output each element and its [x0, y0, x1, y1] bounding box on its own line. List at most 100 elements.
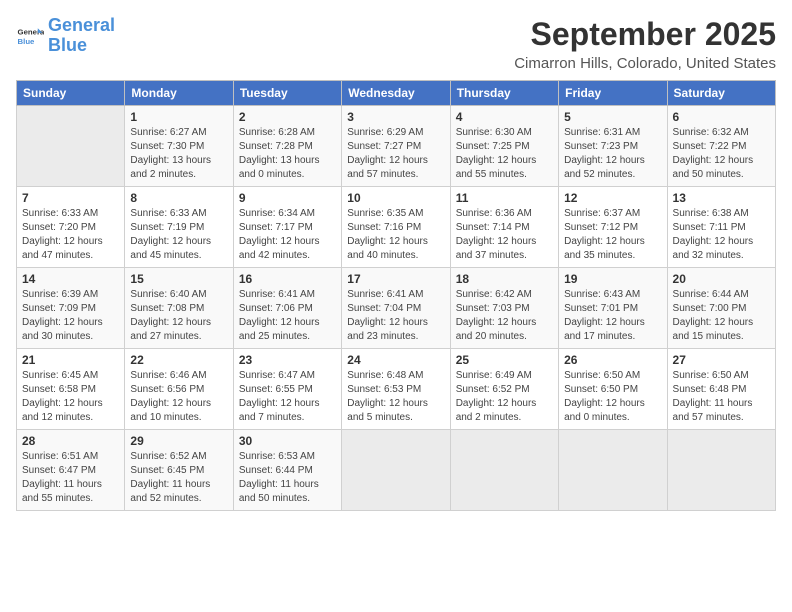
day-header-tuesday: Tuesday: [233, 81, 341, 106]
day-info: Sunrise: 6:31 AMSunset: 7:23 PMDaylight:…: [564, 126, 661, 182]
logo-line1: General: [48, 15, 115, 35]
day-info: Sunrise: 6:32 AMSunset: 7:22 PMDaylight:…: [673, 126, 770, 182]
calendar-cell: 21Sunrise: 6:45 AMSunset: 6:58 PMDayligh…: [17, 349, 125, 430]
calendar-cell: 23 Sunrise: 6:47 AMSunset: 6:55 PMDayligh…: [233, 349, 341, 430]
day-info: Sunrise: 6:42 AMSunset: 7:03 PMDaylight:…: [456, 288, 553, 344]
day-info: Sunrise: 6:34 AMSunset: 7:17 PMDaylight:…: [239, 207, 336, 263]
calendar-cell: 6 Sunrise: 6:32 AMSunset: 7:22 PMDaylight…: [667, 106, 775, 187]
calendar-cell: 30 Sunrise: 6:53 AMSunset: 6:44 PMDayligh…: [233, 430, 341, 511]
day-info: Sunrise: 6:50 AMSunset: 6:48 PMDaylight:…: [673, 369, 770, 425]
day-info: Sunrise: 6:40 AMSunset: 7:08 PMDaylight:…: [130, 288, 227, 344]
day-info: Sunrise: 6:53 AMSunset: 6:44 PMDaylight:…: [239, 450, 336, 506]
calendar-cell: 25 Sunrise: 6:49 AMSunset: 6:52 PMDayligh…: [450, 349, 558, 430]
day-number: 14: [22, 272, 119, 286]
day-info: Sunrise: 6:51 AMSunset: 6:47 PMDaylight:…: [22, 450, 119, 506]
calendar-cell: 17 Sunrise: 6:41 AMSunset: 7:04 PMDayligh…: [342, 268, 450, 349]
day-number: 3: [347, 110, 444, 124]
day-info: Sunrise: 6:46 AMSunset: 6:56 PMDaylight:…: [130, 369, 227, 425]
day-number: 4: [456, 110, 553, 124]
calendar-week-4: 21Sunrise: 6:45 AMSunset: 6:58 PMDayligh…: [17, 349, 776, 430]
day-number: 2: [239, 110, 336, 124]
day-number: 30: [239, 434, 336, 448]
day-info: Sunrise: 6:43 AMSunset: 7:01 PMDaylight:…: [564, 288, 661, 344]
day-info: Sunrise: 6:41 AMSunset: 7:04 PMDaylight:…: [347, 288, 444, 344]
day-info: Sunrise: 6:38 AMSunset: 7:11 PMDaylight:…: [673, 207, 770, 263]
day-number: 12: [564, 191, 661, 205]
calendar-cell: 20 Sunrise: 6:44 AMSunset: 7:00 PMDayligh…: [667, 268, 775, 349]
day-number: 11: [456, 191, 553, 205]
calendar-cell: 29 Sunrise: 6:52 AMSunset: 6:45 PMDayligh…: [125, 430, 233, 511]
day-info: Sunrise: 6:36 AMSunset: 7:14 PMDaylight:…: [456, 207, 553, 263]
day-number: 27: [673, 353, 770, 367]
calendar-week-5: 28 Sunrise: 6:51 AMSunset: 6:47 PMDayligh…: [17, 430, 776, 511]
svg-text:Blue: Blue: [18, 37, 36, 46]
calendar-cell: 8Sunrise: 6:33 AMSunset: 7:19 PMDaylight…: [125, 187, 233, 268]
calendar-cell: 11 Sunrise: 6:36 AMSunset: 7:14 PMDayligh…: [450, 187, 558, 268]
logo-line2: Blue: [48, 35, 87, 55]
calendar-cell: 27 Sunrise: 6:50 AMSunset: 6:48 PMDayligh…: [667, 349, 775, 430]
calendar-cell: [559, 430, 667, 511]
calendar-cell: 10 Sunrise: 6:35 AMSunset: 7:16 PMDayligh…: [342, 187, 450, 268]
day-number: 17: [347, 272, 444, 286]
calendar-week-1: 1Sunrise: 6:27 AMSunset: 7:30 PMDaylight…: [17, 106, 776, 187]
day-number: 29: [130, 434, 227, 448]
day-number: 9: [239, 191, 336, 205]
day-header-saturday: Saturday: [667, 81, 775, 106]
day-info: Sunrise: 6:48 AMSunset: 6:53 PMDaylight:…: [347, 369, 444, 425]
day-info: Sunrise: 6:33 AMSunset: 7:20 PMDaylight:…: [22, 207, 119, 263]
calendar-cell: 12 Sunrise: 6:37 AMSunset: 7:12 PMDayligh…: [559, 187, 667, 268]
day-info: Sunrise: 6:33 AMSunset: 7:19 PMDaylight:…: [130, 207, 227, 263]
day-info: Sunrise: 6:28 AMSunset: 7:28 PMDaylight:…: [239, 126, 336, 182]
day-info: Sunrise: 6:37 AMSunset: 7:12 PMDaylight:…: [564, 207, 661, 263]
calendar-cell: [17, 106, 125, 187]
day-info: Sunrise: 6:50 AMSunset: 6:50 PMDaylight:…: [564, 369, 661, 425]
day-info: Sunrise: 6:35 AMSunset: 7:16 PMDaylight:…: [347, 207, 444, 263]
day-number: 6: [673, 110, 770, 124]
day-number: 19: [564, 272, 661, 286]
day-number: 10: [347, 191, 444, 205]
calendar-cell: 19 Sunrise: 6:43 AMSunset: 7:01 PMDayligh…: [559, 268, 667, 349]
day-number: 20: [673, 272, 770, 286]
calendar-cell: [342, 430, 450, 511]
calendar-table: SundayMondayTuesdayWednesdayThursdayFrid…: [16, 80, 776, 511]
calendar-cell: 4 Sunrise: 6:30 AMSunset: 7:25 PMDaylight…: [450, 106, 558, 187]
calendar-cell: 18 Sunrise: 6:42 AMSunset: 7:03 PMDayligh…: [450, 268, 558, 349]
day-info: Sunrise: 6:44 AMSunset: 7:00 PMDaylight:…: [673, 288, 770, 344]
calendar-cell: 26Sunrise: 6:50 AMSunset: 6:50 PMDayligh…: [559, 349, 667, 430]
month-year: September 2025: [514, 16, 776, 53]
day-info: Sunrise: 6:49 AMSunset: 6:52 PMDaylight:…: [456, 369, 553, 425]
day-info: Sunrise: 6:47 AMSunset: 6:55 PMDaylight:…: [239, 369, 336, 425]
day-number: 5: [564, 110, 661, 124]
calendar-cell: 7Sunrise: 6:33 AMSunset: 7:20 PMDaylight…: [17, 187, 125, 268]
calendar-cell: 16Sunrise: 6:41 AMSunset: 7:06 PMDayligh…: [233, 268, 341, 349]
calendar-cell: 15Sunrise: 6:40 AMSunset: 7:08 PMDayligh…: [125, 268, 233, 349]
day-info: Sunrise: 6:29 AMSunset: 7:27 PMDaylight:…: [347, 126, 444, 182]
day-number: 23: [239, 353, 336, 367]
calendar-cell: 3 Sunrise: 6:29 AMSunset: 7:27 PMDaylight…: [342, 106, 450, 187]
page-header: General Blue General Blue September 2025…: [16, 16, 776, 72]
day-number: 25: [456, 353, 553, 367]
day-number: 13: [673, 191, 770, 205]
day-number: 28: [22, 434, 119, 448]
title-block: September 2025 Cimarron Hills, Colorado,…: [514, 16, 776, 72]
day-number: 24: [347, 353, 444, 367]
day-header-friday: Friday: [559, 81, 667, 106]
day-info: Sunrise: 6:27 AMSunset: 7:30 PMDaylight:…: [130, 126, 227, 182]
calendar-week-3: 14 Sunrise: 6:39 AMSunset: 7:09 PMDayligh…: [17, 268, 776, 349]
logo-icon: General Blue: [16, 22, 44, 50]
day-header-wednesday: Wednesday: [342, 81, 450, 106]
day-info: Sunrise: 6:39 AMSunset: 7:09 PMDaylight:…: [22, 288, 119, 344]
day-info: Sunrise: 6:45 AMSunset: 6:58 PMDaylight:…: [22, 369, 119, 425]
calendar-cell: 28 Sunrise: 6:51 AMSunset: 6:47 PMDayligh…: [17, 430, 125, 511]
calendar-cell: 22Sunrise: 6:46 AMSunset: 6:56 PMDayligh…: [125, 349, 233, 430]
calendar-cell: 24 Sunrise: 6:48 AMSunset: 6:53 PMDayligh…: [342, 349, 450, 430]
location: Cimarron Hills, Colorado, United States: [514, 55, 776, 72]
day-info: Sunrise: 6:30 AMSunset: 7:25 PMDaylight:…: [456, 126, 553, 182]
day-number: 18: [456, 272, 553, 286]
day-header-sunday: Sunday: [17, 81, 125, 106]
day-header-monday: Monday: [125, 81, 233, 106]
calendar-cell: 1Sunrise: 6:27 AMSunset: 7:30 PMDaylight…: [125, 106, 233, 187]
calendar-cell: 14 Sunrise: 6:39 AMSunset: 7:09 PMDayligh…: [17, 268, 125, 349]
calendar-cell: [667, 430, 775, 511]
day-info: Sunrise: 6:52 AMSunset: 6:45 PMDaylight:…: [130, 450, 227, 506]
